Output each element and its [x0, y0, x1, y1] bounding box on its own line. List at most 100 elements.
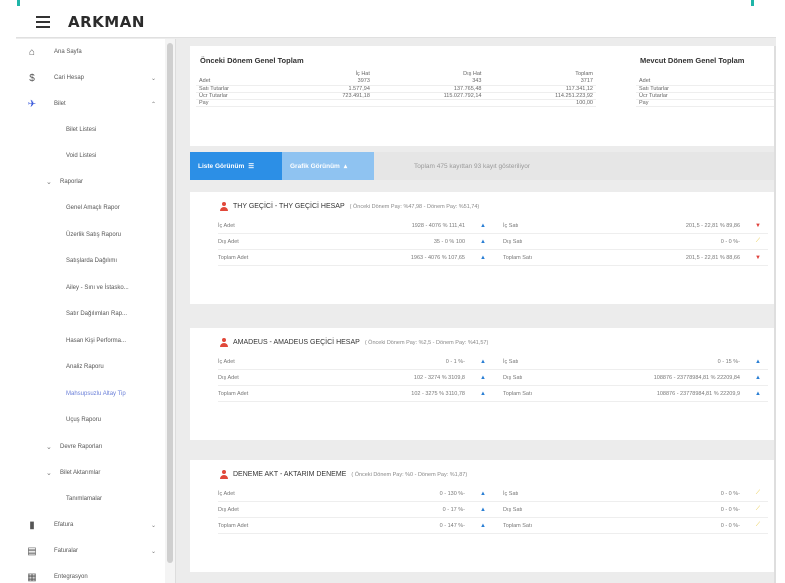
table-row: Dış Adet 35 - 0 % 100 ▲ Dış Satı 0 - 0 %- ⟋: [218, 234, 768, 250]
table-row: Pay: [636, 99, 776, 107]
summary-header: [196, 70, 288, 78]
table-row: Adet 3973 343 3717: [196, 78, 596, 86]
trend-down-icon: ▼: [755, 222, 761, 229]
previous-period-table: İç Hat Dış Hat Toplam Adet 3973 343 3717 Satı …: [196, 70, 596, 107]
table-cell: 117.341,12: [484, 85, 596, 93]
account-card: AMADEUS - AMADEUS GEÇİCİ HESAP ( Önceki D…: [190, 328, 776, 440]
table-cell: 100,00: [484, 99, 596, 107]
record-count-info: Toplam 475 kayıttan 93 kayıt gösteriliyo…: [414, 162, 530, 170]
sidebar-scrollbar[interactable]: [165, 39, 175, 583]
screenshot-frame: ARKMAN ⌂ Ana Sayfa $ Cari Hesap ⌄ ✈ Bilet ⌃ Bile…: [0, 0, 785, 583]
stat-label: Dış Satı: [503, 506, 523, 513]
sidebar-report-item[interactable]: Genel Amaçlı Rapor: [16, 195, 166, 222]
sidebar-item-ana-sayfa[interactable]: ⌂ Ana Sayfa: [16, 39, 166, 65]
sidebar-item-entegrasyon[interactable]: ▦ Entegrasyon: [16, 564, 166, 583]
table-cell: Adet: [636, 78, 776, 86]
trend-up-icon: ▲: [480, 222, 486, 229]
sidebar-item-cari-hesap[interactable]: $ Cari Hesap ⌄: [16, 65, 166, 91]
sidebar-group-label: Raporlar: [60, 179, 84, 185]
sidebar-report-item[interactable]: Mahsupsuzlu Altay Tip: [16, 381, 166, 408]
table-cell: Pay: [196, 99, 288, 107]
top-bar: ARKMAN: [16, 6, 776, 38]
plane-icon: ✈: [27, 98, 37, 110]
tab-graph-view[interactable]: Grafik Görünüm ▴: [282, 152, 374, 180]
main-content: Önceki Dönem Genel Toplam İç Hat Dış Hat T…: [184, 46, 776, 583]
sidebar-item-bilet[interactable]: ✈ Bilet ⌃: [16, 91, 166, 117]
sidebar-item-faturalar[interactable]: ▤ Faturalar ⌄: [16, 538, 166, 564]
account-card-header: AMADEUS - AMADEUS GEÇİCİ HESAP ( Önceki D…: [220, 338, 488, 347]
stat-label: Toplam Adet: [218, 390, 249, 397]
book-icon: ▮: [29, 519, 35, 531]
stat-label: İç Adet: [218, 358, 235, 365]
trend-up-icon: ▲: [480, 238, 486, 245]
account-card: DENEME AKT - AKTARIM DENEME ( Önceki Döne…: [190, 460, 776, 572]
account-name: THY GEÇİCİ - THY GEÇİCİ HESAP: [233, 203, 345, 210]
previous-period-title: Önceki Dönem Genel Toplam: [200, 56, 304, 65]
app-window: ARKMAN ⌂ Ana Sayfa $ Cari Hesap ⌄ ✈ Bilet ⌃ Bile…: [16, 6, 776, 583]
sidebar-item-efatura[interactable]: ▮ Efatura ⌄: [16, 512, 166, 538]
dollar-icon: $: [29, 72, 35, 84]
table-row: Toplam Adet 1963 - 4076 % 107,65 ▲ Toplam S…: [218, 250, 768, 266]
stat-label: Dış Satı: [503, 238, 523, 245]
trend-up-icon: ▲: [480, 374, 486, 381]
account-name: AMADEUS - AMADEUS GEÇİCİ HESAP: [233, 339, 360, 346]
sidebar-report-item[interactable]: Üzerlik Satış Raporu: [16, 222, 166, 249]
stat-value: 102 - 3275 % 3110,78: [411, 390, 465, 397]
sidebar-subitem[interactable]: Tanımlamalar: [16, 486, 166, 513]
table-cell: Satı Tutarlar: [196, 85, 288, 93]
sidebar-group[interactable]: ⌄ Devre Raporları: [16, 434, 166, 460]
trend-up-icon: ▲: [480, 490, 486, 497]
account-stats: İç Adet 0 - 130 %- ▲ İç Satı 0 - 0 %- ⟋ Dış Ad…: [218, 486, 768, 534]
sidebar-report-item[interactable]: Satışlarda Dağılımı: [16, 248, 166, 275]
stat-label: Toplam Adet: [218, 254, 249, 261]
user-icon: [220, 338, 228, 347]
sidebar-report-item[interactable]: Uçuş Raporu: [16, 407, 166, 434]
stat-value: 0 - 0 %-: [720, 506, 740, 513]
trend-up-icon: ▲: [755, 374, 761, 381]
stat-value: 0 - 130 %-: [439, 490, 465, 497]
table-row: Satı Tutarlar: [636, 85, 776, 93]
trend-flat-icon: ⟋: [755, 238, 761, 244]
hamburger-menu-icon[interactable]: [36, 15, 50, 28]
sidebar-item-label: Ana Sayfa: [54, 49, 82, 55]
sidebar-report-item[interactable]: Satır Dağılımları Rap...: [16, 301, 166, 328]
table-cell: 137.765,48: [372, 85, 485, 93]
account-card: THY GEÇİCİ - THY GEÇİCİ HESAP ( Önceki Dö…: [190, 192, 776, 304]
stat-value: 201,5 - 22,81 % 88,66: [685, 254, 740, 261]
table-cell: [287, 99, 373, 107]
stat-value: 0 - 147 %-: [439, 522, 465, 529]
chevron-icon: ⌃: [150, 101, 156, 108]
stat-label: Toplam Satı: [503, 254, 533, 261]
stat-value: 0 - 0 %-: [720, 490, 740, 497]
sidebar-subitem[interactable]: Bilet Listesi: [16, 117, 166, 143]
table-cell: 114.251.223,92: [484, 92, 596, 100]
table-row: İç Adet 1928 - 4076 % 111,41 ▲ İç Satı 201,5…: [218, 218, 768, 234]
trend-up-icon: ▲: [755, 390, 761, 397]
stat-label: Toplam Satı: [503, 522, 533, 529]
table-cell: 3717: [484, 78, 596, 86]
tab-list-view[interactable]: Liste Görünüm ☰: [190, 152, 282, 180]
sidebar-scrollbar-thumb[interactable]: [167, 43, 173, 563]
view-tab-bar: Liste Görünüm ☰ Grafik Görünüm ▴ Toplam …: [190, 152, 776, 180]
table-row: Satı Tutarlar 1.577,94 137.765,48 117.341,1…: [196, 85, 596, 93]
chevron-down-icon: ⌄: [46, 469, 52, 477]
stat-value: 0 - 17 %-: [442, 506, 465, 513]
sidebar-item-label: Bilet: [54, 101, 66, 107]
sidebar-report-item[interactable]: Ailey - Sını ve İstasko...: [16, 275, 166, 302]
sidebar-subitem[interactable]: Void Listesi: [16, 143, 166, 169]
sidebar-group-label: Bilet Aktarımlar: [60, 469, 101, 476]
stat-label: İç Satı: [503, 358, 519, 365]
stat-label: Toplam Adet: [218, 522, 249, 529]
sidebar-group[interactable]: ⌄ Bilet Aktarımlar: [16, 460, 166, 486]
sidebar-report-item[interactable]: Hasan Kişi Performa...: [16, 328, 166, 355]
table-cell: Pay: [636, 99, 776, 107]
stat-value: 1963 - 4076 % 107,65: [410, 254, 465, 261]
sidebar-group[interactable]: ⌄ Raporlar: [16, 169, 166, 195]
chevron-icon: ⌄: [150, 75, 156, 82]
account-share: ( Önceki Dönem Pay: %2,5 - Dönem Pay: %4…: [364, 339, 489, 346]
sidebar-report-item[interactable]: Analiz Raporu: [16, 354, 166, 381]
trend-up-icon: ▲: [480, 522, 486, 529]
content-scrollbar[interactable]: [774, 46, 776, 583]
sidebar-item-label: Efatura: [54, 522, 74, 528]
trend-up-icon: ▲: [480, 358, 486, 365]
